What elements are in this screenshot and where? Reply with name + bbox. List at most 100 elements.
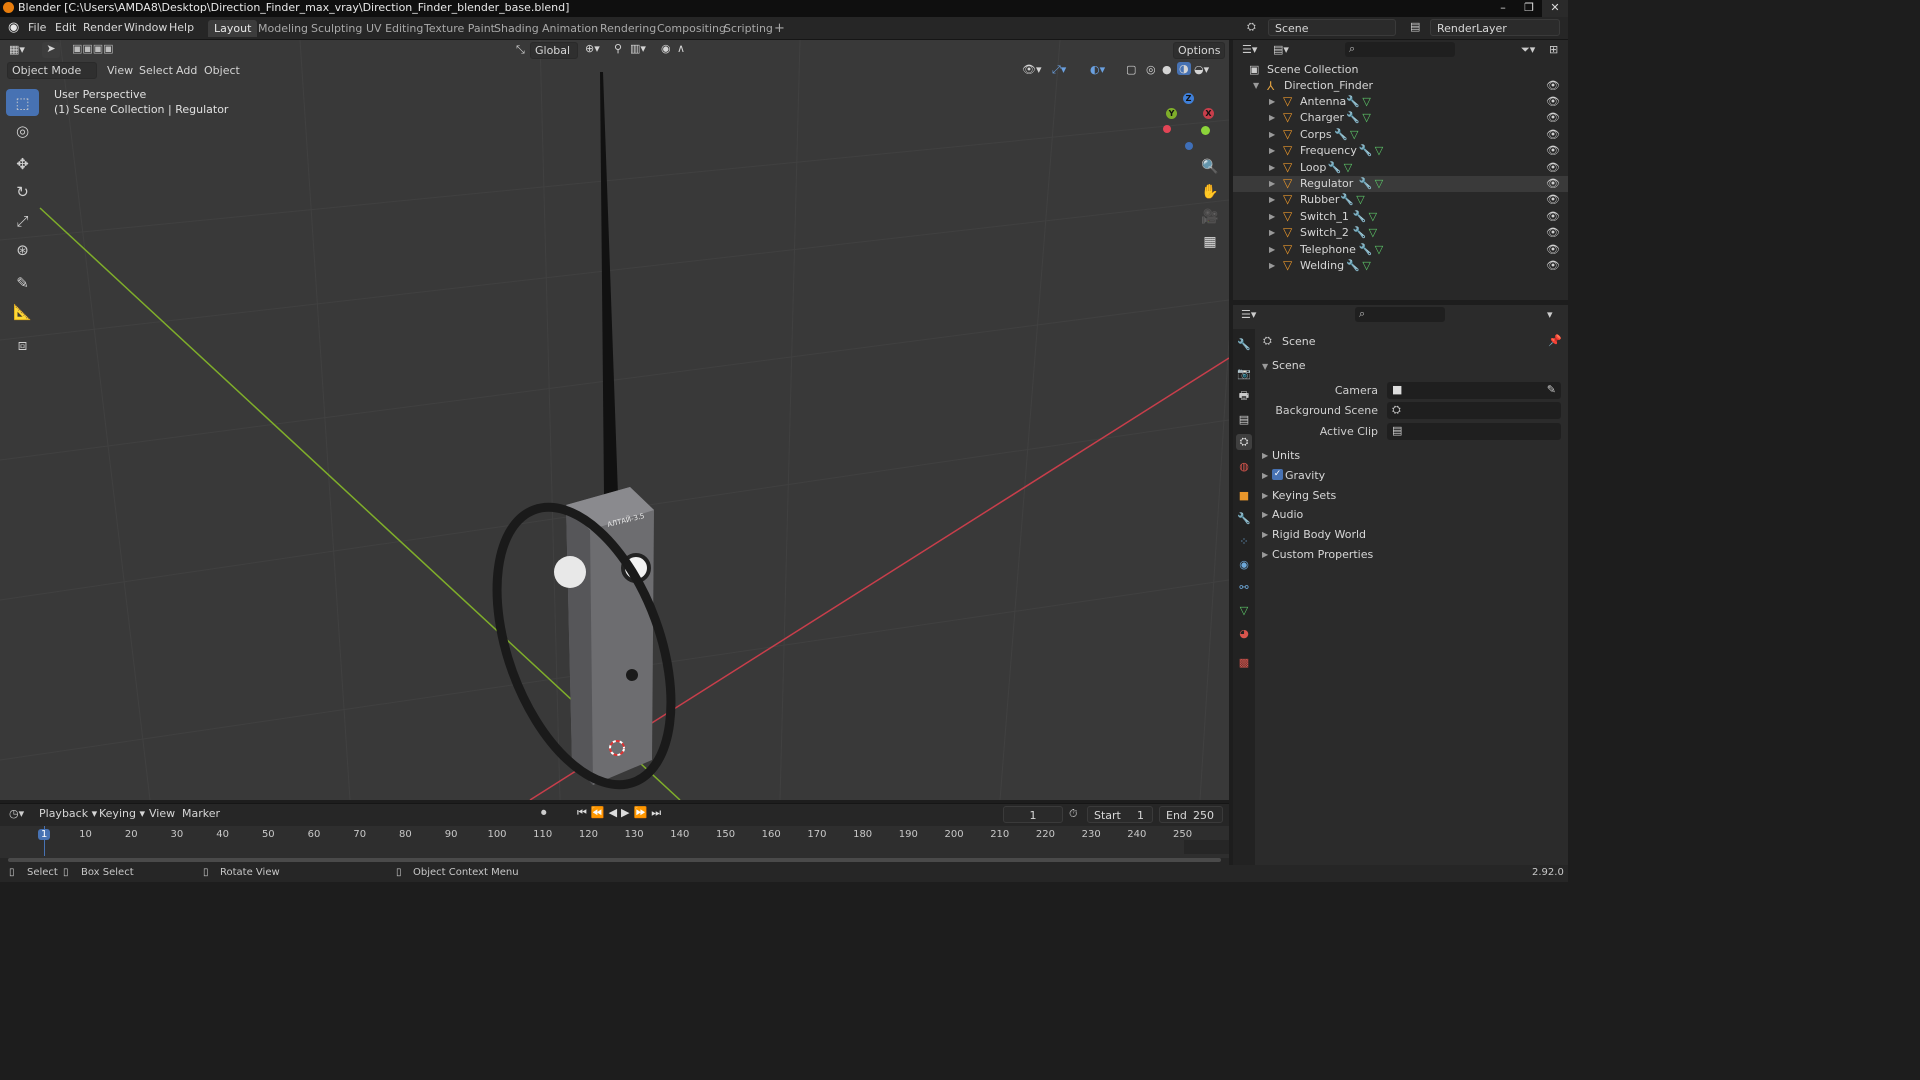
outliner-row-object[interactable]: ▶ ▽ Regulator 🔧 ▽ 👁 [1233,176,1568,192]
modifier-icon[interactable]: 🔧 [1334,127,1348,143]
auto-keying-icon[interactable]: ⏺ [541,806,547,820]
annotate-tool[interactable]: ✎ [6,269,39,296]
mesh-data-icon[interactable]: ▽ [1369,209,1377,225]
move-tool[interactable]: ✥ [6,150,39,177]
properties-editor-icon[interactable]: ☰▾ [1241,308,1256,321]
particles-tab-icon[interactable]: ⁘ [1236,533,1252,549]
object-tab-icon[interactable]: ■ [1236,487,1252,503]
timeline-editor-icon[interactable]: ◷▾ [9,807,24,820]
output-tab-icon[interactable]: 🖶 [1236,388,1252,404]
collapse-icon[interactable]: ▼ [1253,78,1259,94]
gizmo-toggle-icon[interactable]: ⤢▾ [1052,63,1066,77]
modifier-icon[interactable]: 🔧 [1359,242,1373,258]
render-layer-field[interactable]: RenderLayer [1430,19,1560,36]
expand-icon[interactable]: ▶ [1269,94,1275,110]
solid-shading-icon[interactable]: ● [1162,63,1172,76]
outliner-row-object[interactable]: ▶ ▽ Antenna 🔧 ▽ 👁 [1233,94,1568,110]
expand-icon[interactable]: ▶ [1269,209,1275,225]
expand-icon[interactable]: ▶ [1269,242,1275,258]
switch-model[interactable] [626,669,638,681]
rotate-tool[interactable]: ↻ [6,178,39,205]
gizmo-z-axis[interactable]: Z [1183,93,1194,104]
modifier-icon[interactable]: 🔧 [1359,176,1373,192]
gizmo-neg-z-axis[interactable] [1185,142,1193,150]
expand-icon[interactable]: ▶ [1269,160,1275,176]
view-layer-tab-icon[interactable]: ▤ [1236,411,1252,427]
data-tab-icon[interactable]: ▽ [1236,602,1252,618]
transform-orientation-dropdown[interactable]: Global [530,42,578,59]
modifier-icon[interactable]: 🔧 [1346,94,1360,110]
mesh-data-icon[interactable]: ▽ [1375,176,1383,192]
scene-field[interactable]: Scene [1268,19,1396,36]
modifier-icon[interactable]: 🔧 [1353,209,1367,225]
expand-icon[interactable]: ▶ [1269,143,1275,159]
outliner-row-object[interactable]: ▶ ▽ Telephone 🔧 ▽ 👁 [1233,242,1568,258]
menu-keying[interactable]: Keying ▾ [99,807,145,820]
expand-icon[interactable]: ▶ [1262,550,1268,559]
menu-playback[interactable]: Playback ▾ [39,807,97,820]
material-tab-icon[interactable]: ◕ [1236,625,1252,641]
expand-icon[interactable]: ▶ [1262,491,1268,500]
menu-window[interactable]: Window [124,21,167,34]
visibility-eye-icon[interactable]: 👁 [1546,225,1560,241]
menu-marker[interactable]: Marker [182,807,220,820]
modifier-icon[interactable]: 🔧 [1359,143,1373,159]
scene-panel-collapse-icon[interactable]: ▼ [1262,362,1268,371]
minimize-button[interactable]: – [1490,0,1516,17]
mesh-data-icon[interactable]: ▽ [1350,127,1358,143]
overlays-icon[interactable]: ◐▾ [1090,63,1105,76]
tab-layout[interactable]: Layout [208,20,258,37]
transform-tool[interactable]: ⊛ [6,236,39,263]
world-tab-icon[interactable]: ◍ [1236,458,1252,474]
scene-tab-icon[interactable]: ⛭ [1236,434,1252,450]
mesh-data-icon[interactable]: ▽ [1369,225,1377,241]
menu-object[interactable]: Object [204,64,240,77]
menu-select[interactable]: Select [139,64,173,77]
add-workspace-button[interactable]: + [768,20,791,37]
scale-tool[interactable]: ⤢ [6,207,39,234]
expand-icon[interactable]: ▶ [1269,192,1275,208]
expand-icon[interactable]: ▶ [1262,471,1268,480]
mesh-data-icon[interactable]: ▽ [1362,258,1370,274]
editor-type-icon[interactable]: ▦▾ [9,43,25,56]
snap-target-icon[interactable]: ▥▾ [630,42,646,55]
pan-hand-icon[interactable]: ✋ [1199,181,1221,203]
rendered-shading-icon[interactable]: ◒▾ [1194,63,1209,76]
pin-icon[interactable]: 📌 [1548,334,1562,347]
mesh-data-icon[interactable]: ▽ [1375,143,1383,159]
expand-icon[interactable]: ▶ [1269,176,1275,192]
outliner-row-scene-collection[interactable]: ▣ Scene Collection [1233,62,1568,78]
select-tool-icon[interactable]: ➤ [42,42,60,58]
physics-tab-icon[interactable]: ◉ [1236,556,1252,572]
menu-file[interactable]: File [28,21,46,34]
visibility-eye-icon[interactable]: 👁 [1546,242,1560,258]
expand-icon[interactable]: ▶ [1262,510,1268,519]
gizmo-x-axis[interactable]: X [1203,108,1214,119]
visibility-eye-icon[interactable]: 👁 [1546,192,1560,208]
menu-timeline-view[interactable]: View [149,807,175,820]
gizmo-neg-y-axis[interactable] [1201,126,1210,135]
outliner-search-input[interactable]: ⌕ [1345,42,1455,57]
expand-icon[interactable]: ▶ [1269,225,1275,241]
visibility-eye-icon[interactable]: 👁 [1546,176,1560,192]
menu-help[interactable]: Help [169,21,194,34]
outliner-row-object[interactable]: ▶ ▽ Frequency 🔧 ▽ 👁 [1233,143,1568,159]
expand-icon[interactable]: ▶ [1262,530,1268,539]
modifier-icon[interactable]: 🔧 [1340,192,1354,208]
render-tab-icon[interactable]: 📷 [1236,365,1252,381]
scene-panel-title[interactable]: Scene [1272,359,1306,372]
modifier-icon[interactable]: 🔧 [1346,110,1360,126]
constraints-tab-icon[interactable]: ⚯ [1236,579,1252,595]
new-collection-icon[interactable]: ⊞ [1549,43,1558,56]
outliner-row-object[interactable]: ▶ ▽ Charger 🔧 ▽ 👁 [1233,110,1568,126]
menu-add[interactable]: Add [176,64,197,77]
expand-icon[interactable]: ▶ [1269,127,1275,143]
timeline-scrollbar[interactable] [8,858,1221,862]
measure-tool[interactable]: 📐 [6,298,39,325]
gravity-checkbox[interactable]: ✓ [1272,468,1283,480]
outliner-row-object[interactable]: ▶ ▽ Corps 🔧 ▽ 👁 [1233,127,1568,143]
outliner-row-collection[interactable]: ▼ ⅄ Direction_Finder 👁 [1233,78,1568,94]
options-dropdown[interactable]: Options [1173,42,1225,59]
close-button[interactable]: ✕ [1542,0,1568,17]
frequency-knob[interactable] [554,556,586,588]
